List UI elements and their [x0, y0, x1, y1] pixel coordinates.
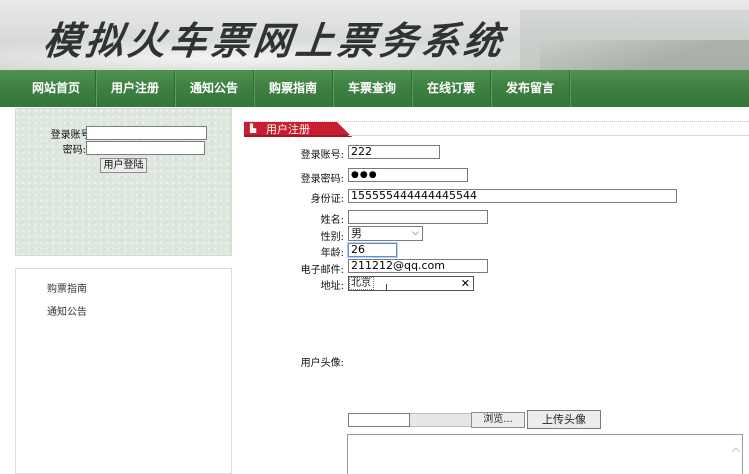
- gender-select[interactable]: 男 ⌵: [348, 226, 423, 241]
- form-title: 用户注册: [266, 123, 310, 136]
- login-panel: 登录账号: 密码: 用户登陆: [15, 108, 232, 256]
- page: 模拟火车票网上票务系统 网站首页 用户注册 通知公告 购票指南 车票查询 在线订…: [0, 0, 749, 474]
- login-password-label: 密码:: [62, 145, 86, 156]
- nav-item-home[interactable]: 网站首页: [16, 70, 96, 107]
- side-link-guide[interactable]: 购票指南: [47, 280, 87, 295]
- message-textarea[interactable]: [347, 434, 743, 474]
- age-field[interactable]: 26: [348, 243, 397, 257]
- username-label: 登录账号:: [300, 150, 344, 161]
- login-account-label: 登录账号:: [50, 130, 94, 141]
- chevron-up-icon[interactable]: ^: [730, 447, 742, 461]
- password-label: 登录密码:: [300, 174, 344, 185]
- gender-value: 男: [351, 227, 362, 240]
- form-header-line: [348, 135, 749, 136]
- id-card-field[interactable]: 155555444444445544: [348, 189, 677, 203]
- address-label: 地址:: [320, 281, 344, 292]
- login-password-input[interactable]: [86, 141, 205, 155]
- address-value: 北京: [349, 277, 374, 290]
- banner-ridge: [540, 40, 749, 70]
- login-button[interactable]: 用户登陆: [100, 158, 147, 173]
- chevron-down-icon: ⌵: [412, 228, 419, 238]
- avatar-file-input[interactable]: [348, 413, 410, 427]
- address-field[interactable]: 北京 ✕: [348, 276, 474, 291]
- password-field[interactable]: ●●●: [348, 168, 468, 182]
- nav-item-guide[interactable]: 购票指南: [254, 70, 332, 107]
- close-icon[interactable]: ✕: [461, 277, 470, 290]
- site-banner: 模拟火车票网上票务系统: [0, 0, 749, 70]
- browse-button[interactable]: 浏览...: [471, 412, 525, 428]
- site-title: 模拟火车票网上票务系统: [41, 18, 509, 63]
- nav-item-ticket-search[interactable]: 车票查询: [333, 70, 411, 107]
- login-account-input[interactable]: [86, 126, 207, 140]
- form-header: ▙ 用户注册: [244, 121, 749, 137]
- nav-item-booking[interactable]: 在线订票: [412, 70, 490, 107]
- name-field[interactable]: [348, 210, 488, 224]
- email-label: 电子邮件:: [300, 265, 344, 276]
- id-card-label: 身份证:: [310, 194, 344, 205]
- text-cursor-icon: I: [385, 283, 388, 294]
- side-link-notices[interactable]: 通知公告: [47, 303, 87, 318]
- nav-item-message[interactable]: 发布留言: [491, 70, 569, 107]
- email-field[interactable]: 211212@qq.com: [348, 259, 488, 273]
- nav-item-register[interactable]: 用户注册: [96, 70, 174, 107]
- home-icon: ▙: [250, 124, 257, 133]
- nav-item-notices[interactable]: 通知公告: [175, 70, 253, 107]
- avatar-file-track: [410, 413, 471, 427]
- gender-label: 性别:: [320, 232, 344, 243]
- name-label: 姓名:: [320, 215, 344, 226]
- age-label: 年龄:: [320, 248, 344, 259]
- main-nav: 网站首页 用户注册 通知公告 购票指南 车票查询 在线订票 发布留言: [0, 70, 749, 107]
- username-field[interactable]: 222: [348, 145, 440, 159]
- upload-avatar-button[interactable]: 上传头像: [527, 410, 601, 429]
- side-links-panel: 购票指南 通知公告: [15, 268, 232, 474]
- nav-divider: [569, 70, 570, 107]
- avatar-label: 用户头像:: [300, 358, 344, 369]
